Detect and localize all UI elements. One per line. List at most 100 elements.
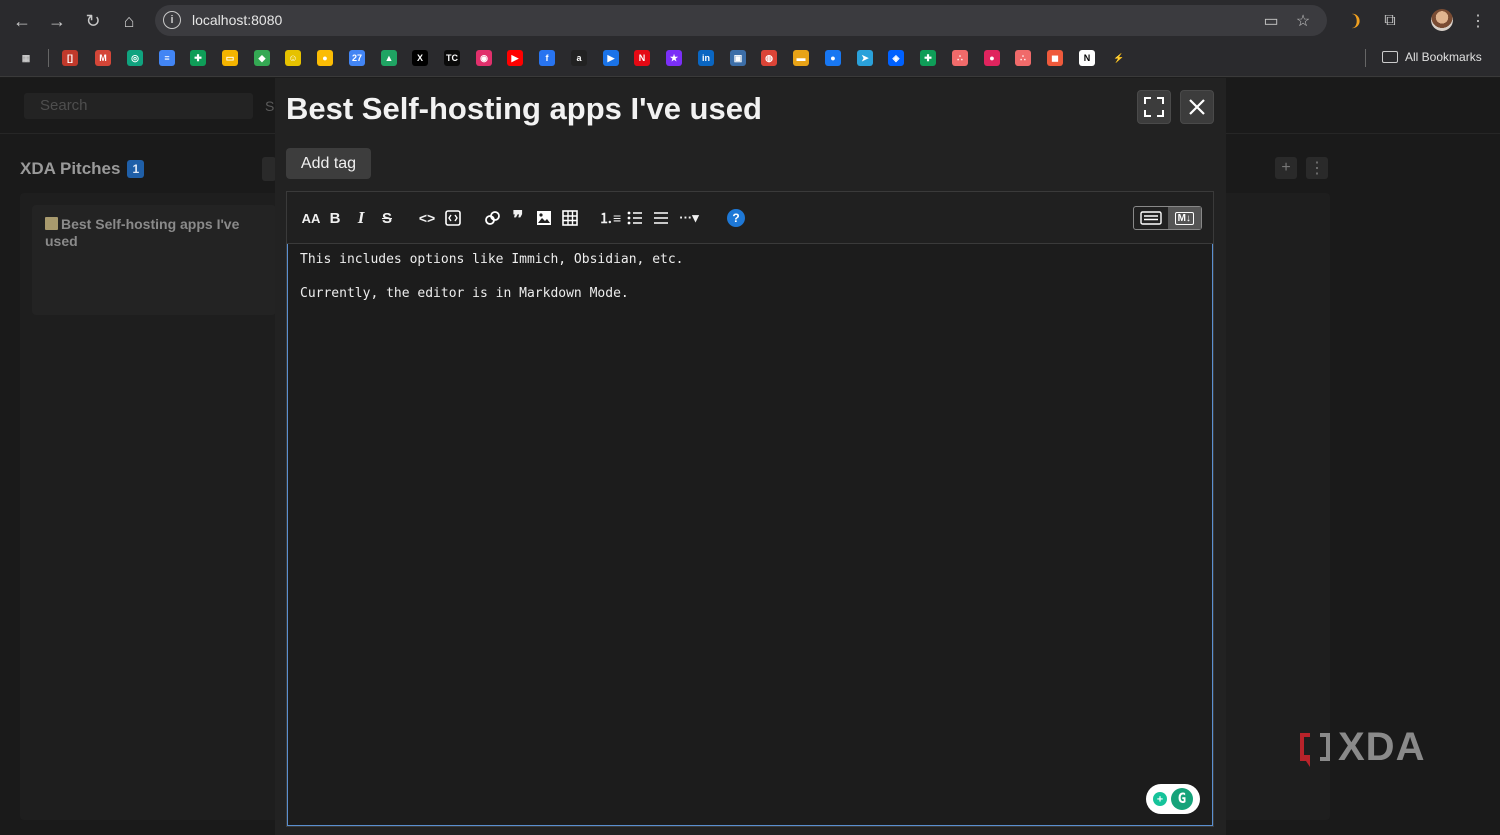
star-app-icon[interactable]: ★: [666, 50, 682, 66]
strikethrough-icon[interactable]: S: [377, 208, 397, 228]
column-title[interactable]: XDA Pitches 1: [20, 159, 145, 179]
linkedin-icon[interactable]: in: [698, 50, 714, 66]
cast-icon[interactable]: ▭: [1261, 11, 1281, 31]
asana-icon[interactable]: ∴: [952, 50, 968, 66]
close-button[interactable]: [1180, 90, 1214, 124]
message-icon[interactable]: ●: [825, 50, 841, 66]
sheets-icon[interactable]: ✚: [190, 50, 206, 66]
xda-watermark-text: XDA: [1338, 724, 1426, 769]
card-edit-modal: Best Self-hosting apps I've used Add tag…: [275, 78, 1226, 835]
heading-size-icon[interactable]: AA: [301, 208, 321, 228]
chat-icon[interactable]: ◆: [254, 50, 270, 66]
image-svg: [537, 211, 551, 225]
column-collapse-button[interactable]: [262, 157, 276, 181]
sheets2-icon[interactable]: ✚: [920, 50, 936, 66]
bold-icon[interactable]: B: [325, 208, 345, 228]
bracket-icon[interactable]: []: [62, 50, 78, 66]
italic-icon[interactable]: I: [351, 208, 371, 228]
hr-svg: [654, 212, 668, 224]
column-title-text: XDA Pitches: [20, 159, 121, 178]
quote-icon[interactable]: ❞: [508, 208, 528, 230]
drive-icon[interactable]: ▲: [381, 50, 397, 66]
keep-icon[interactable]: ●: [317, 50, 333, 66]
modal-title[interactable]: Best Self-hosting apps I've used: [286, 91, 762, 127]
reload-icon[interactable]: ↻: [80, 8, 106, 34]
home-icon[interactable]: ⌂: [116, 8, 142, 34]
browser-toolbar: ← → ↻ ⌂ i localhost:8080 ▭ ☆ ❩ ⧉ ⋮: [0, 0, 1500, 40]
extensions-icon[interactable]: ⧉: [1378, 9, 1402, 33]
grammarly-logo-icon: G: [1171, 788, 1193, 810]
note-icon: [45, 217, 58, 230]
wysiwyg-mode-button[interactable]: [1134, 207, 1168, 229]
horizontal-rule-icon[interactable]: [651, 208, 671, 228]
fullscreen-button[interactable]: [1137, 90, 1171, 124]
kanban-card[interactable]: Best Self-hosting apps I've used: [32, 205, 276, 315]
youtube-icon[interactable]: ▶: [507, 50, 523, 66]
apps-icon[interactable]: ▦: [18, 50, 34, 66]
netflix-icon[interactable]: N: [634, 50, 650, 66]
add-card-plus-icon[interactable]: +: [1275, 157, 1297, 179]
address-bar[interactable]: i localhost:8080 ▭ ☆: [155, 5, 1327, 36]
markdown-mode-button[interactable]: M↓: [1167, 207, 1201, 229]
grammarly-widget[interactable]: + G: [1146, 784, 1200, 814]
menu-kebab-icon[interactable]: ⋮: [1466, 9, 1490, 33]
card-title: Best Self-hosting apps I've used: [45, 216, 240, 249]
editor-line: Currently, the editor is in Markdown Mod…: [300, 286, 629, 301]
image-icon[interactable]: [534, 208, 554, 228]
column-count-badge: 1: [127, 160, 145, 178]
flipkart-icon[interactable]: f: [539, 50, 555, 66]
fullscreen-icon: [1144, 97, 1164, 117]
more-dropdown-icon[interactable]: ···▾: [679, 208, 699, 228]
ul-svg: [627, 211, 642, 225]
markdown-editor: AA B I S <> ❞ ⒈≡ ···▾ ? M↓ This includes…: [286, 191, 1214, 827]
xda-watermark: XDA: [1298, 725, 1425, 769]
box-icon[interactable]: ▬: [793, 50, 809, 66]
instagram-icon[interactable]: ◉: [476, 50, 492, 66]
code-block-icon[interactable]: [443, 208, 463, 228]
bookmark-star-icon[interactable]: ☆: [1293, 11, 1313, 31]
folder-icon: [1382, 51, 1398, 63]
unordered-list-icon[interactable]: [625, 208, 645, 228]
link-icon[interactable]: [482, 208, 502, 228]
profile-avatar[interactable]: [1431, 9, 1453, 31]
forward-icon[interactable]: →: [44, 8, 70, 34]
markdown-mode-icon: M↓: [1174, 211, 1194, 225]
dropbox-icon[interactable]: ◈: [888, 50, 904, 66]
table-icon[interactable]: [560, 208, 580, 228]
red-circle-icon[interactable]: ●: [984, 50, 1000, 66]
calendar-icon[interactable]: 27: [349, 50, 365, 66]
chrome-icon[interactable]: ◍: [761, 50, 777, 66]
add-tag-button[interactable]: Add tag: [286, 148, 371, 179]
extension-pin-icon[interactable]: ❩: [1344, 9, 1368, 33]
amazon-icon[interactable]: a: [571, 50, 587, 66]
x-icon[interactable]: X: [412, 50, 428, 66]
bookmark-separator: [1365, 49, 1366, 67]
smiley-icon[interactable]: ☺: [285, 50, 301, 66]
gmail-icon[interactable]: M: [95, 50, 111, 66]
red-square-icon[interactable]: ◼: [1047, 50, 1063, 66]
board-search-input[interactable]: Search: [24, 93, 253, 119]
play-icon[interactable]: ▶: [603, 50, 619, 66]
news-icon[interactable]: ▣: [730, 50, 746, 66]
back-icon[interactable]: ←: [9, 8, 35, 34]
telegram-icon[interactable]: ➤: [857, 50, 873, 66]
editor-toolbar: AA B I S <> ❞ ⒈≡ ···▾ ? M↓: [287, 192, 1213, 244]
help-icon[interactable]: ?: [727, 209, 745, 227]
bolt-icon[interactable]: ⚡: [1111, 50, 1127, 66]
url-text[interactable]: localhost:8080: [192, 12, 282, 28]
grammarly-add-icon: +: [1153, 792, 1167, 806]
chatgpt-icon[interactable]: ◎: [127, 50, 143, 66]
code-icon[interactable]: <>: [417, 208, 437, 228]
asana2-icon[interactable]: ∴: [1015, 50, 1031, 66]
notion-icon[interactable]: N: [1079, 50, 1095, 66]
wysiwyg-icon: [1140, 211, 1162, 225]
all-bookmarks-button[interactable]: All Bookmarks: [1382, 50, 1482, 64]
ordered-list-icon[interactable]: ⒈≡: [599, 208, 621, 228]
editor-textarea[interactable]: This includes options like Immich, Obsid…: [287, 244, 1213, 826]
site-info-icon[interactable]: i: [163, 11, 181, 29]
docs-icon[interactable]: ≡: [159, 50, 175, 66]
board-header-partial-label: S: [265, 98, 275, 114]
column-menu-kebab-icon[interactable]: ⋮: [1306, 157, 1328, 179]
slides-icon[interactable]: ▭: [222, 50, 238, 66]
tc-icon[interactable]: TC: [444, 50, 460, 66]
